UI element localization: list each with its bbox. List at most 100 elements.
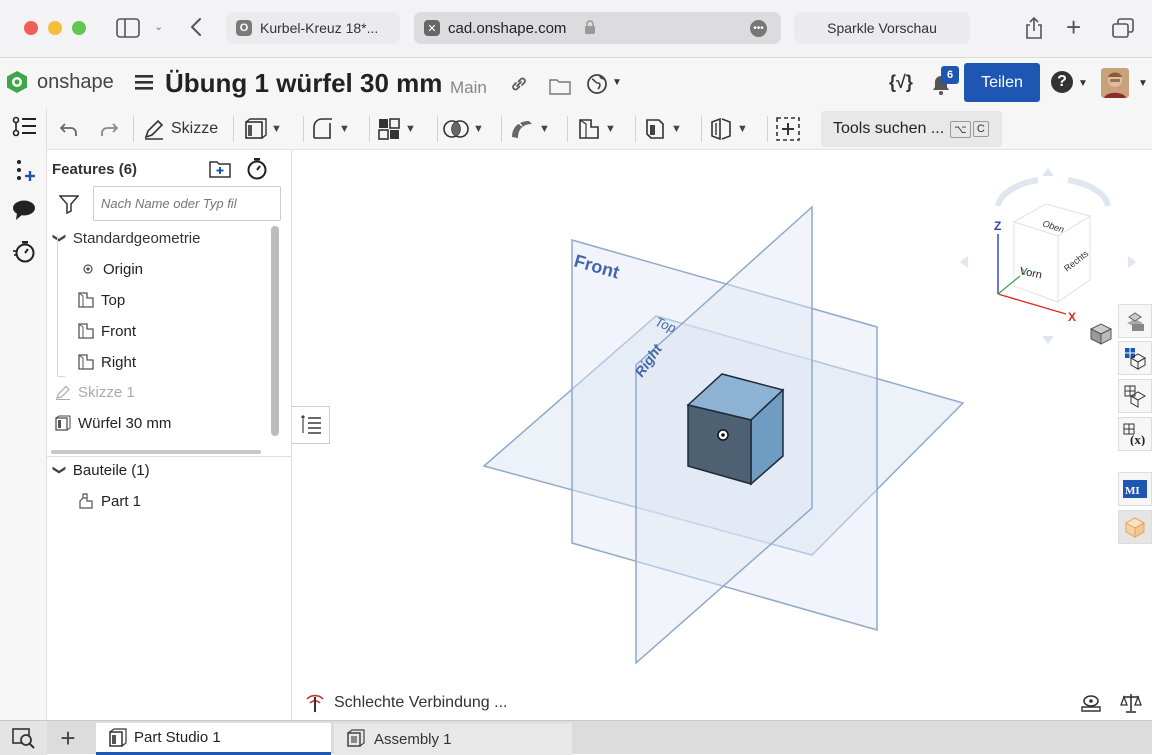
tree-folder-default-geometry[interactable]: ❯ Standardgeometrie (51, 225, 201, 251)
fillet-tool[interactable]: ▼ (311, 114, 350, 144)
appearance-tool[interactable] (1118, 304, 1152, 338)
help-icon[interactable]: ? (1051, 71, 1073, 93)
exploded-view-tool[interactable] (1118, 379, 1152, 413)
close-window-button[interactable] (24, 21, 38, 35)
branch-label[interactable]: Main (450, 78, 487, 98)
tab-assembly[interactable]: Assembly 1 (334, 723, 572, 755)
variables-icon[interactable]: {√} (889, 72, 913, 93)
browser-tab-active[interactable]: ✕ cad.onshape.com ••• (414, 12, 781, 44)
browser-tab-sparkle[interactable]: Sparkle Vorschau (794, 12, 970, 44)
share-icon[interactable] (1024, 16, 1044, 45)
chevron-down-icon[interactable]: ▼ (339, 123, 350, 135)
tab-overview-icon[interactable] (1112, 18, 1134, 43)
bill-of-materials-tool[interactable]: MI (1118, 472, 1152, 506)
rollback-timer-icon[interactable] (246, 157, 268, 186)
minimize-window-button[interactable] (48, 21, 62, 35)
back-arrow-icon[interactable] (188, 16, 204, 43)
tab-label: Kurbel-Kreuz 18*... (260, 20, 379, 36)
chevron-down-icon[interactable]: ▼ (1078, 78, 1088, 89)
browser-toolbar: ⌄ O Kurbel-Kreuz 18*... ✕ cad.onshape.co… (0, 0, 1152, 58)
tab-manager-icon[interactable] (0, 721, 47, 755)
maximize-window-button[interactable] (72, 21, 86, 35)
tree-item-sketch[interactable]: Skizze 1 (55, 379, 135, 405)
folder-icon[interactable] (549, 77, 571, 100)
tree-item-right[interactable]: Right (78, 349, 136, 375)
timer-icon[interactable] (12, 240, 36, 269)
render-mode-tool[interactable] (1118, 341, 1152, 375)
panel-splitter[interactable] (51, 450, 261, 454)
chevron-down-icon[interactable]: ⌄ (154, 20, 163, 33)
chevron-down-icon[interactable]: ▼ (271, 123, 282, 135)
tree-scrollbar[interactable] (271, 226, 279, 436)
tab-close-icon[interactable]: ✕ (424, 20, 440, 36)
sweep-tool[interactable]: ▼ (509, 114, 550, 144)
comments-icon[interactable] (12, 199, 36, 226)
tree-folder-parts[interactable]: ❯ Bauteile (1) (51, 457, 149, 483)
share-button[interactable]: Teilen (964, 63, 1040, 102)
tree-item-part1[interactable]: Part 1 (78, 488, 141, 514)
part-appearance-tool[interactable] (1118, 510, 1152, 544)
onshape-logo-icon[interactable] (6, 70, 28, 99)
bad-connection-icon[interactable] (304, 693, 326, 718)
pattern-tool[interactable]: ▼ (377, 114, 416, 144)
toggle-feature-panel-icon[interactable] (292, 406, 330, 444)
chevron-down-icon[interactable]: ❯ (51, 465, 67, 476)
chevron-down-icon[interactable]: ▼ (539, 123, 550, 135)
assembly-icon (347, 729, 365, 747)
tree-item-origin[interactable]: Origin (80, 256, 143, 282)
part-icon (79, 493, 93, 509)
chevron-down-icon[interactable]: ▼ (405, 123, 416, 135)
tree-item-extrude[interactable]: Würfel 30 mm (55, 410, 171, 436)
chevron-down-icon[interactable]: ▼ (671, 123, 682, 135)
3d-viewport[interactable]: Front Top Right Oben Vorn Rechts Z X Y S… (292, 150, 1152, 720)
new-tab-icon[interactable]: + (1066, 14, 1081, 40)
notification-badge: 6 (941, 66, 959, 84)
view-cube-icon[interactable] (1089, 322, 1113, 351)
chevron-down-icon[interactable]: ❯ (51, 233, 67, 244)
document-title[interactable]: Übung 1 würfel 30 mm (165, 68, 442, 99)
extrude-icon (55, 415, 71, 431)
feature-filter-input[interactable] (93, 186, 281, 221)
plane-tool[interactable]: ▼ (577, 114, 616, 144)
chevron-down-icon[interactable]: ▼ (473, 123, 484, 135)
feature-list-icon[interactable] (12, 116, 38, 143)
chevron-down-icon[interactable]: ▼ (737, 123, 748, 135)
redo-icon[interactable] (99, 114, 119, 144)
undo-icon[interactable] (59, 114, 79, 144)
insert-feature-icon[interactable] (13, 158, 37, 187)
onshape-favicon-icon: O (236, 20, 252, 36)
chevron-down-icon[interactable]: ▼ (1138, 78, 1148, 89)
left-rail (0, 108, 47, 720)
add-folder-icon[interactable] (208, 159, 232, 184)
extrude-tool[interactable]: ▼ (243, 114, 282, 144)
bom-icon: MI (1123, 480, 1147, 498)
variable-table-tool[interactable]: (x) (1118, 417, 1152, 451)
sketch-button[interactable]: Skizze (143, 114, 218, 144)
sweep-icon (512, 121, 532, 138)
filter-icon[interactable] (58, 194, 80, 219)
render-mode-icon (1125, 348, 1147, 370)
avatar[interactable] (1101, 68, 1129, 98)
tool-search-button[interactable]: Tools suchen ... ⌥ C (821, 111, 1002, 147)
logo-text[interactable]: onshape (37, 71, 114, 94)
address-bar[interactable]: cad.onshape.com (448, 20, 566, 37)
tab-part-studio[interactable]: Part Studio 1 (96, 723, 331, 755)
measure-tape-icon[interactable] (1080, 693, 1102, 718)
browser-tab-kurbel[interactable]: O Kurbel-Kreuz 18*... (226, 12, 400, 44)
sidebar-toggle-icon[interactable] (116, 18, 140, 43)
more-options-icon[interactable]: ••• (750, 20, 767, 37)
link-icon[interactable] (510, 75, 528, 98)
boolean-tool[interactable]: ▼ (443, 114, 484, 144)
tree-item-front[interactable]: Front (78, 318, 136, 344)
globe-icon[interactable] (586, 73, 610, 100)
hamburger-menu-icon[interactable] (135, 74, 153, 95)
folder-label: Standardgeometrie (72, 229, 201, 247)
chevron-down-icon[interactable]: ▼ (612, 77, 622, 88)
tree-item-top[interactable]: Top (78, 287, 125, 313)
mass-properties-icon[interactable] (1120, 692, 1142, 719)
add-custom-feature-button[interactable] (775, 114, 801, 144)
add-tab-button[interactable]: + (52, 723, 84, 753)
sheet-metal-tool[interactable]: ▼ (643, 114, 682, 144)
chevron-down-icon[interactable]: ▼ (605, 123, 616, 135)
section-tool[interactable]: ▼ (709, 114, 748, 144)
